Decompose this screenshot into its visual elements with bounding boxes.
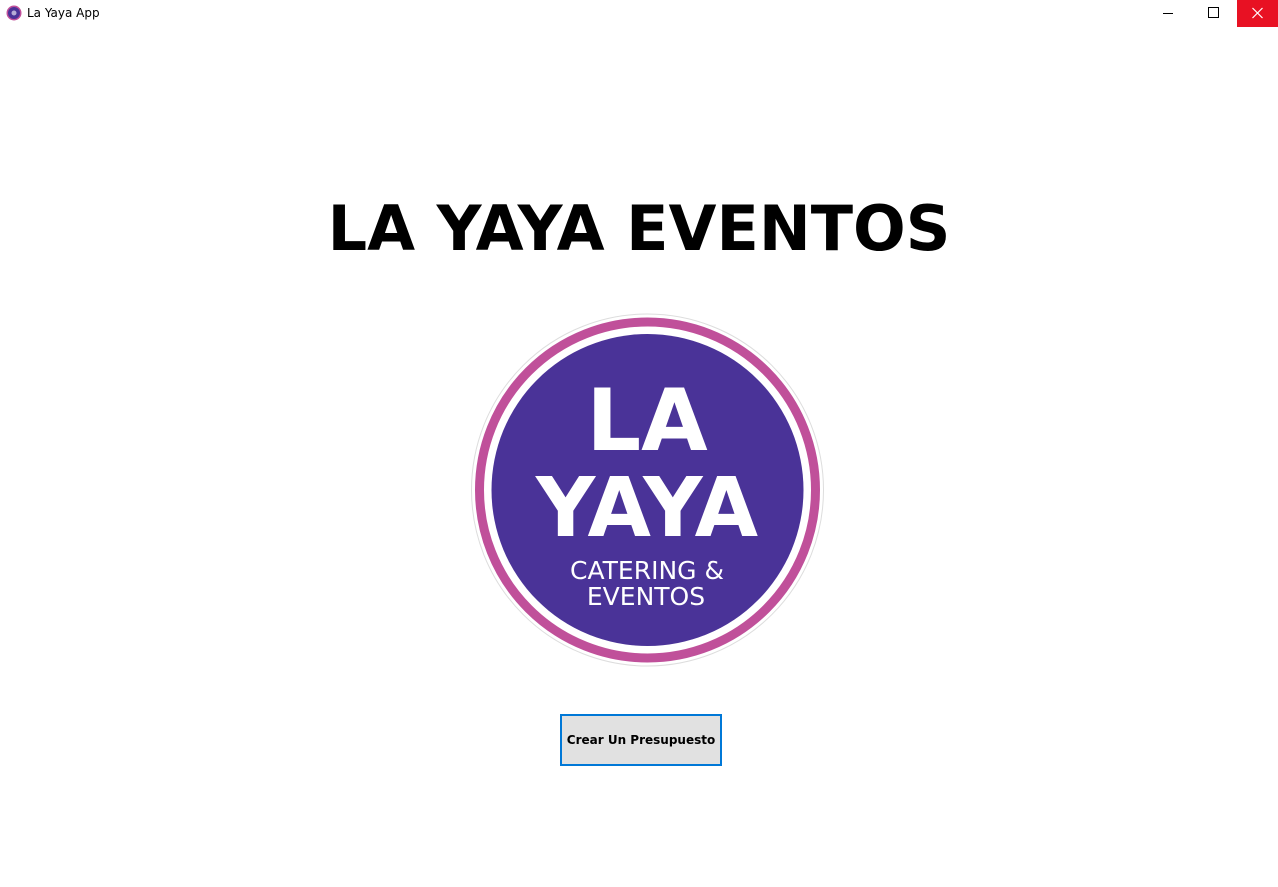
create-budget-button[interactable]: Crear Un Presupuesto: [560, 714, 722, 766]
maximize-icon: [1208, 7, 1219, 18]
page-title: LA YAYA EVENTOS: [327, 192, 951, 265]
maximize-button[interactable]: [1191, 0, 1237, 27]
close-button[interactable]: [1237, 0, 1278, 27]
title-bar: La Yaya App: [0, 0, 1278, 27]
close-icon: [1252, 7, 1263, 19]
window-title: La Yaya App: [27, 6, 100, 20]
minimize-icon: [1163, 13, 1173, 14]
logo-line-catering: CATERING &: [570, 556, 724, 585]
logo-line-eventos: EVENTOS: [587, 582, 705, 611]
minimize-button[interactable]: [1145, 0, 1191, 27]
la-yaya-logo: LA YAYA CATERING & EVENTOS: [471, 313, 824, 667]
app-icon: [6, 5, 22, 21]
logo-line-yaya: YAYA: [535, 461, 759, 556]
logo-line-la: LA: [586, 371, 708, 471]
